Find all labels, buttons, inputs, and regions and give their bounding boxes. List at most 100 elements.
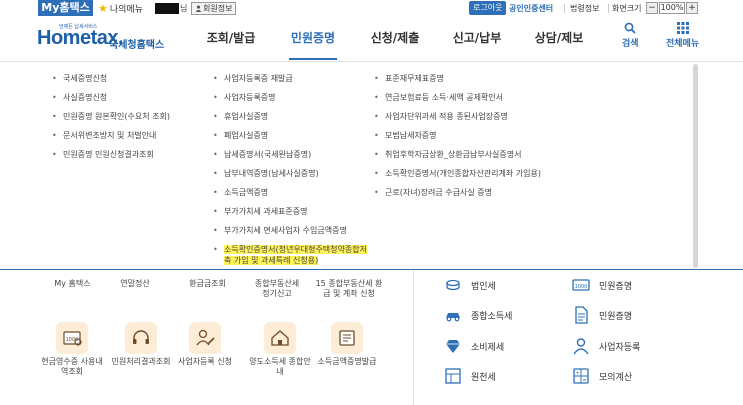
grid-icon <box>676 22 689 34</box>
tax-link-civil-2[interactable]: 민원증명 <box>572 306 632 324</box>
zoom-in-button[interactable]: + <box>686 2 698 14</box>
menu-item[interactable]: 사업자등록증 재발급 <box>213 73 373 84</box>
service-label: 소득금액증명발급 <box>317 357 377 366</box>
tax-link-simulation[interactable]: + = 모의계산 <box>572 367 632 385</box>
menu-item[interactable]: 표준재무제표증명 <box>374 73 544 84</box>
car-icon <box>446 313 460 322</box>
service-label: 민원처리결과조회 <box>111 357 171 366</box>
svg-text:+: + <box>575 371 579 377</box>
dropdown-column-2: 사업자등록증 재발급 사업자등록증명 휴업사실증명 폐업사실증명 납세증명서(국… <box>213 73 373 274</box>
service-label: 사업자등록 신청 <box>177 357 233 366</box>
menu-item[interactable]: 사업자등록증명 <box>213 92 373 103</box>
menu-item[interactable]: 국세증명신청 <box>52 73 202 84</box>
tax-link-corporate[interactable]: 법인세 <box>444 276 496 294</box>
nav-counsel-report[interactable]: 상담/제보 <box>518 29 600 46</box>
service-tile[interactable]: 소득금액증명발급 <box>316 322 378 367</box>
menu-item[interactable]: 근로(자녀)장려금 수급사실 증명 <box>374 187 544 198</box>
dropdown-scrollbar[interactable] <box>693 64 698 268</box>
certificate-icon <box>331 322 363 354</box>
zoom-control: − 100% + <box>646 1 698 15</box>
svg-text:=: = <box>582 378 586 384</box>
service-tile[interactable]: 양도소득세 종합안내 <box>249 322 311 377</box>
menu-item[interactable]: 취업후학자금상환_상환금납부사실증명서 <box>374 149 544 160</box>
main-header: 언제든 납세서비스 Hometax. 국세청홈택스 조회/발급 민원증명 신청/… <box>0 17 743 60</box>
tax-label: 민원증명 <box>599 311 633 322</box>
my-menu-link[interactable]: ★ 나의메뉴 <box>98 2 143 15</box>
name-suffix: 님 <box>180 4 188 13</box>
nav-report-pay[interactable]: 신고/납부 <box>436 29 518 46</box>
main-nav: 조회/발급 민원증명 신청/제출 신고/납부 상담/제보 <box>190 29 600 46</box>
service-label: 현금영수증 사용내역조회 <box>41 357 103 376</box>
service-label: 양도소득세 종합안내 <box>249 357 311 376</box>
dropdown-column-1: 국세증명신청 사실증명신청 민원증명 원본확인(수요처 조회) 문서위변조방지 … <box>52 73 202 168</box>
menu-item[interactable]: 소득확인증명서(개인종합자산관리계좌 가입용) <box>374 168 544 179</box>
quick-link-refund[interactable]: 환급금조회 <box>185 279 230 289</box>
menu-item[interactable]: 납세증명서(국세완납증명) <box>213 149 373 160</box>
menu-item[interactable]: 부가가치세 과세표준증명 <box>213 206 373 217</box>
document-icon <box>575 306 588 324</box>
member-info-label: 회원정보 <box>203 4 233 13</box>
tax-link-income[interactable]: 종합소득세 <box>444 306 512 324</box>
quick-link-year-end[interactable]: 연말정산 <box>115 279 155 289</box>
menu-item[interactable]: 모범납세자증명 <box>374 130 544 141</box>
civil-certificate-dropdown: 국세증명신청 사실증명신청 민원증명 원본확인(수요처 조회) 문서위변조방지 … <box>38 62 700 268</box>
user-name-redacted <box>155 3 179 14</box>
tax-label: 원천세 <box>471 372 496 383</box>
table-icon <box>445 368 461 384</box>
receipt-icon: 1000 <box>56 322 88 354</box>
diamond-icon <box>446 340 460 353</box>
menu-item[interactable]: 연금보험료등 소득·세액 공제확인서 <box>374 92 544 103</box>
menu-item[interactable]: 부가가치세 면세사업자 수입금액증명 <box>213 225 373 236</box>
zoom-out-button[interactable]: − <box>646 2 658 14</box>
nav-apply-submit[interactable]: 신청/제출 <box>354 29 436 46</box>
tax-label: 소비제세 <box>471 342 505 353</box>
menu-item-highlighted[interactable]: 소득확인증명서(청년우대형주택청약종합저축 가입 및 과세특례 신청용) <box>213 244 373 266</box>
user-edit-icon <box>189 322 221 354</box>
quick-link-my-hometax[interactable]: My 홈택스 <box>50 279 95 289</box>
member-info-button[interactable]: 회원정보 <box>191 2 237 15</box>
all-menu-button[interactable]: 전체메뉴 <box>666 22 699 49</box>
nav-inquiry-issue[interactable]: 조회/발급 <box>190 29 272 46</box>
logout-button[interactable]: 로그아웃 <box>469 1 507 15</box>
menu-item[interactable]: 휴업사실증명 <box>213 111 373 122</box>
tax-link-business[interactable]: 사업자등록 <box>572 337 640 355</box>
menu-item[interactable]: 소득금액증명 <box>213 187 373 198</box>
menu-item[interactable]: 사실증명신청 <box>52 92 202 103</box>
my-menu-label: 나의메뉴 <box>109 5 143 15</box>
tax-link-withholding[interactable]: 원천세 <box>444 367 496 385</box>
quick-link-property-refund[interactable]: 15 종합부동산세 환급 및 계좌 신청 <box>315 279 383 299</box>
tax-label: 모의계산 <box>599 372 633 383</box>
certificate-center-link[interactable]: 공인인증센터 <box>509 3 553 14</box>
service-tile[interactable]: 사업자등록 신청 <box>174 322 236 367</box>
menu-item[interactable]: 문서위변조방지 및 처벌안내 <box>52 130 202 141</box>
menu-item[interactable]: 민원증명 원본확인(수요처 조회) <box>52 111 202 122</box>
menu-item[interactable]: 폐업사실증명 <box>213 130 373 141</box>
person-icon <box>195 5 202 12</box>
house-icon <box>264 322 296 354</box>
highlighted-label: 소득확인증명서(청년우대형주택청약종합저축 가입 및 과세특례 신청용) <box>224 245 367 265</box>
hometax-logo[interactable]: 언제든 납세서비스 Hometax. 국세청홈택스 <box>37 21 165 55</box>
tax-label: 사업자등록 <box>599 342 641 353</box>
tax-label: 민원증명 <box>599 281 633 292</box>
service-tile[interactable]: 1000 현금영수증 사용내역조회 <box>41 322 103 377</box>
logo-subtitle: 국세청홈택스 <box>109 40 165 51</box>
tax-label: 법인세 <box>471 281 496 292</box>
search-label: 검색 <box>622 39 639 49</box>
dropdown-column-3: 표준재무제표증명 연금보험료등 소득·세액 공제확인서 사업자단위과세 적용 종… <box>374 73 544 206</box>
my-hometax-button[interactable]: My홈택스 <box>38 0 93 16</box>
tax-link-consumption[interactable]: 소비제세 <box>444 337 504 355</box>
calculator-icon: += <box>573 368 589 384</box>
bill-icon: 1000 <box>572 279 590 291</box>
all-menu-label: 전체메뉴 <box>666 39 700 49</box>
menu-item[interactable]: 사업자단위과세 적용 종된사업장증명 <box>374 111 544 122</box>
menu-item[interactable]: 민원증명 민원신청결과조회 <box>52 149 202 160</box>
quick-link-property-tax[interactable]: 종합부동산세 정기신고 <box>252 279 302 299</box>
tax-link-civil[interactable]: 1000 민원증명 <box>572 276 632 294</box>
search-button[interactable]: 검색 <box>622 22 639 49</box>
nav-civil-certificate[interactable]: 민원증명 <box>272 29 354 46</box>
law-info-link[interactable]: 법령정보 <box>570 3 599 14</box>
divider <box>564 4 565 13</box>
menu-item[interactable]: 납부내역증명(납세사실증명) <box>213 168 373 179</box>
service-tile[interactable]: 민원처리결과조회 <box>110 322 172 367</box>
divider <box>608 4 609 13</box>
